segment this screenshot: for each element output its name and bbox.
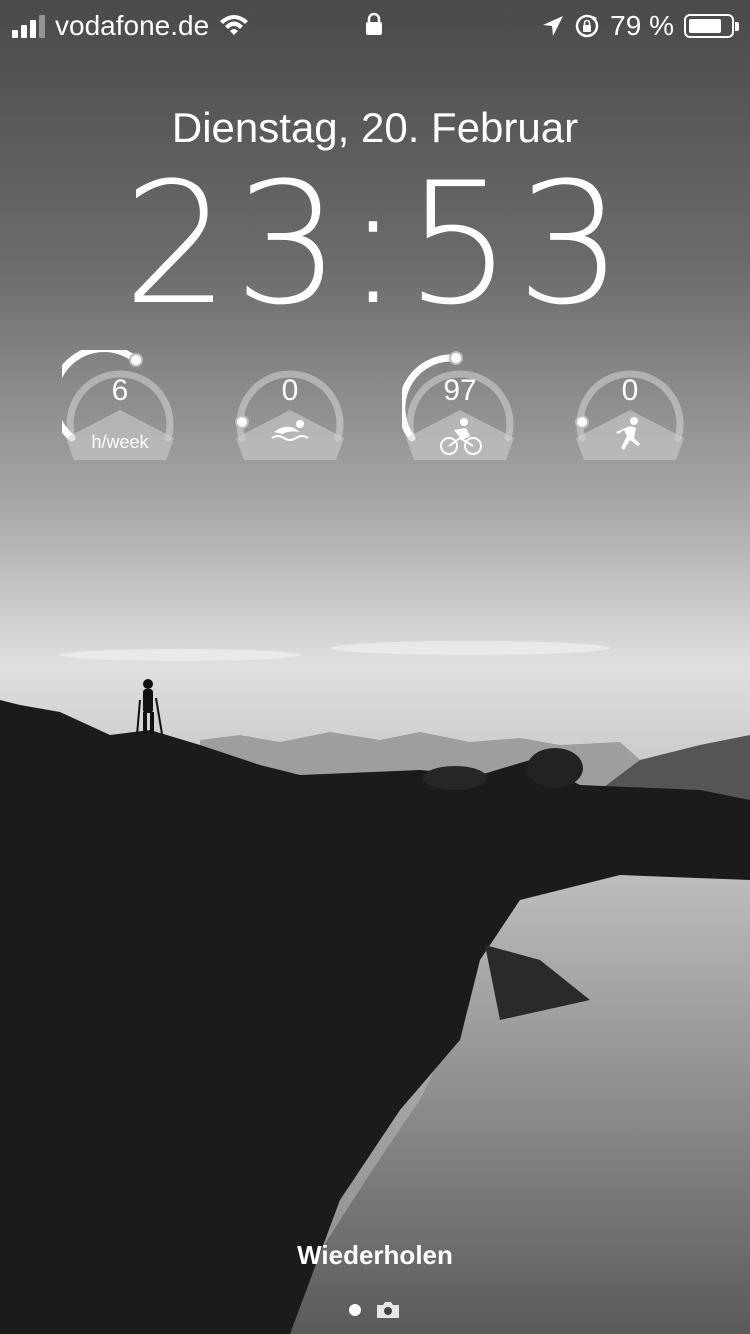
rotation-lock-icon: [575, 14, 599, 38]
battery-icon: [684, 14, 739, 38]
gauge-ring: [235, 370, 344, 460]
status-bar: vodafone.de 79 %: [0, 0, 750, 50]
camera-icon[interactable]: [375, 1300, 401, 1320]
activity-widgets: 6 h/week 0 97 0: [62, 350, 688, 470]
page-indicator: [0, 1300, 750, 1320]
lock-icon: [364, 12, 384, 41]
widget-running[interactable]: 0: [572, 350, 688, 466]
widget-weekly-hours[interactable]: 6 h/week: [62, 350, 178, 466]
widget-value: 0: [621, 374, 639, 407]
cyclist-icon: [440, 418, 482, 455]
carrier-name: vodafone.de: [55, 10, 210, 41]
page-dot-active[interactable]: [349, 1304, 361, 1316]
widget-cycling[interactable]: 97: [402, 350, 518, 466]
location-arrow-icon: [543, 16, 564, 36]
lockscreen-date: Dienstag, 20. Februar: [171, 104, 579, 151]
widget-value: 0: [281, 374, 299, 407]
widget-label: h/week: [91, 432, 149, 452]
repeat-button[interactable]: Wiederholen: [0, 1240, 750, 1271]
widget-swim[interactable]: 0: [232, 350, 348, 466]
widget-value: 97: [443, 374, 477, 407]
lockscreen-time: 23:53: [122, 146, 628, 342]
runner-icon: [616, 417, 640, 450]
signal-icon: [12, 14, 45, 38]
battery-percent: 79 %: [610, 10, 674, 41]
swimmer-icon: [271, 420, 309, 441]
wifi-icon: [220, 15, 249, 35]
widget-value: 6: [111, 374, 129, 407]
